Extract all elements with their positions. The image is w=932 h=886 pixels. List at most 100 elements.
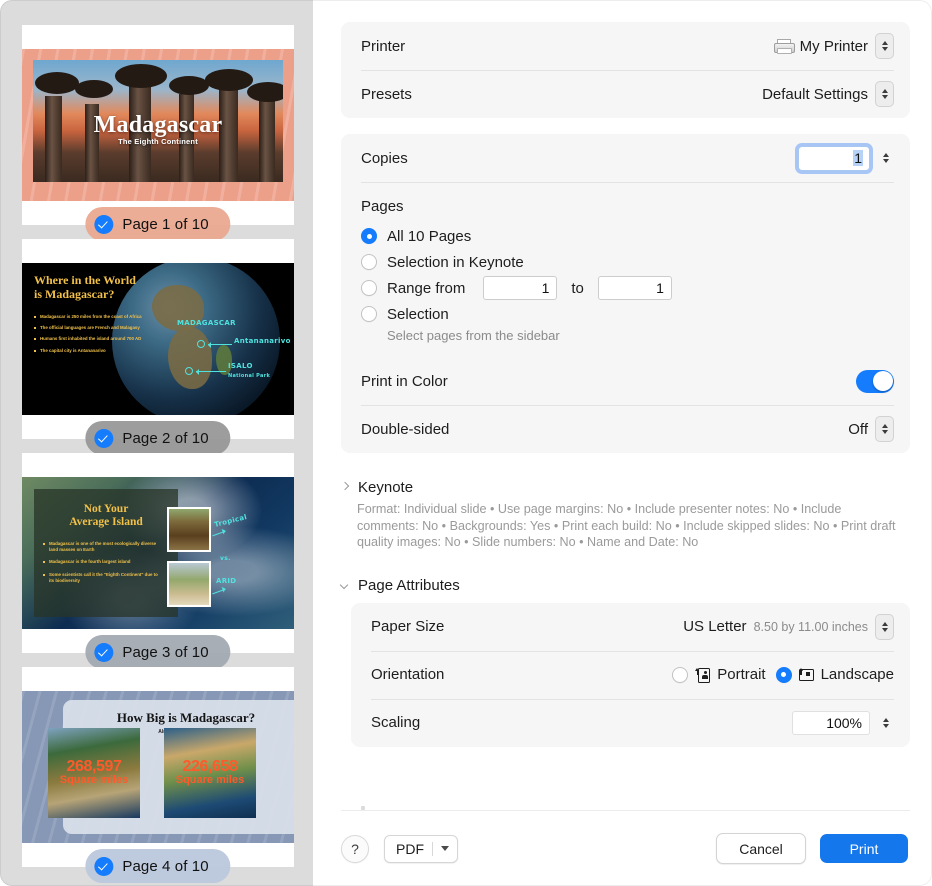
selection-hint: Select pages from the sidebar xyxy=(387,328,560,343)
slide-1-title: Madagascar xyxy=(93,112,223,138)
print-options-panel: Printer My Printer Presets Default Setti… xyxy=(313,0,932,886)
print-in-color-toggle[interactable] xyxy=(856,369,894,393)
presets-value: Default Settings xyxy=(762,85,868,103)
page-thumbnail-2[interactable]: Where in the World is Madagascar? Madaga… xyxy=(22,239,294,455)
cancel-button[interactable]: Cancel xyxy=(716,833,806,864)
portrait-page-icon xyxy=(695,667,711,683)
pages-label: Pages xyxy=(361,198,404,215)
slide-3-annotation-arid: ARID xyxy=(216,577,237,585)
slide-4-title: How Big is Madagascar? xyxy=(116,710,256,725)
copies-input[interactable]: 1 xyxy=(798,145,870,171)
double-sided-popup-chevrons[interactable] xyxy=(875,416,894,442)
scaling-input[interactable]: 100% xyxy=(792,710,870,735)
printer-icon xyxy=(773,38,795,54)
copies-row[interactable]: Copies 1 xyxy=(341,134,910,182)
stat-left-unit: Square miles xyxy=(59,774,129,786)
radio-portrait[interactable] xyxy=(672,666,689,683)
slide-3-text-panel: Not Your Average Island Madagascar is on… xyxy=(34,489,178,617)
page-badge-3[interactable]: Page 3 of 10 xyxy=(85,635,231,669)
slide-2-annotation-isalo: ISALO xyxy=(228,362,253,370)
range-to-input[interactable]: 1 xyxy=(597,276,672,300)
copies-stepper[interactable] xyxy=(877,146,894,170)
paper-size-popup-chevrons[interactable] xyxy=(875,613,894,640)
copies-value: 1 xyxy=(853,150,863,166)
range-from-input[interactable]: 1 xyxy=(483,276,558,300)
pages-option-selection-in-keynote[interactable]: Selection in Keynote xyxy=(361,249,894,275)
pages-option-all[interactable]: All 10 Pages xyxy=(361,223,894,249)
page-badge-2[interactable]: Page 2 of 10 xyxy=(85,421,231,455)
page-thumbnail-3[interactable]: Not Your Average Island Madagascar is on… xyxy=(22,453,294,669)
page-badge-label: Page 3 of 10 xyxy=(122,643,209,661)
chevron-down-icon[interactable] xyxy=(341,581,350,590)
printer-row[interactable]: Printer My Printer xyxy=(341,22,910,70)
paper-size-row[interactable]: Paper Size US Letter 8.50 by 11.00 inche… xyxy=(351,603,910,651)
slide-2-title: Where in the World is Madagascar? xyxy=(34,273,136,301)
keynote-section-title: Keynote xyxy=(358,479,414,496)
next-section-hint xyxy=(361,806,365,810)
double-sided-value: Off xyxy=(848,420,868,438)
page-thumbnail-1[interactable]: Madagascar The Eighth Continent Page 1 o… xyxy=(22,25,294,241)
double-sided-row[interactable]: Double-sided Off xyxy=(341,405,910,453)
page-preview-sidebar[interactable]: Madagascar The Eighth Continent Page 1 o… xyxy=(0,0,313,886)
scaling-row[interactable]: Scaling 100% xyxy=(351,698,910,747)
presets-row[interactable]: Presets Default Settings xyxy=(341,70,910,118)
page-badge-4[interactable]: Page 4 of 10 xyxy=(85,849,231,883)
slide-3-bullets: Madagascar is one of the most ecological… xyxy=(43,541,161,584)
printer-popup-chevrons[interactable] xyxy=(875,33,894,59)
page-badge-label: Page 2 of 10 xyxy=(122,429,209,447)
baobab-photo: Madagascar The Eighth Continent xyxy=(33,60,283,182)
pdf-button[interactable]: PDF xyxy=(384,834,458,863)
dialog-action-bar: ? PDF Cancel Print xyxy=(313,811,932,886)
list-item: The capital city is Antananarivo xyxy=(34,348,144,354)
printer-value: My Printer xyxy=(799,37,868,55)
print-button[interactable]: Print xyxy=(820,834,908,863)
landscape-label: Landscape xyxy=(820,666,894,683)
checkmark-icon xyxy=(94,428,114,448)
page-badge-1[interactable]: Page 1 of 10 xyxy=(85,207,231,241)
options-scroll-area[interactable]: Printer My Printer Presets Default Setti… xyxy=(313,0,932,811)
radio-all-pages-label: All 10 Pages xyxy=(387,227,472,245)
arid-photo xyxy=(167,561,211,607)
radio-all-pages[interactable] xyxy=(361,228,377,244)
print-in-color-row[interactable]: Print in Color xyxy=(341,357,910,405)
orientation-landscape-option[interactable]: Landscape xyxy=(775,666,894,683)
pages-option-range[interactable]: Range from 1 to 1 xyxy=(361,275,894,301)
page-badge-label: Page 1 of 10 xyxy=(122,215,209,233)
scaling-stepper[interactable] xyxy=(877,711,894,735)
chevron-right-icon[interactable] xyxy=(341,483,350,492)
slide-2-annotation-madagascar: MADAGASCAR xyxy=(177,319,236,327)
slide-4-preview: How Big is Madagascar? Almost as Big as … xyxy=(22,691,294,843)
paper-size-detail: 8.50 by 11.00 inches xyxy=(753,619,868,634)
radio-range-from-label: Range from xyxy=(387,279,466,297)
madagascar-map: 226,658 Square miles xyxy=(164,728,256,818)
tropical-photo xyxy=(167,507,211,552)
page-badge-label: Page 4 of 10 xyxy=(122,857,209,875)
help-button[interactable]: ? xyxy=(341,834,369,863)
slide-3-preview: Not Your Average Island Madagascar is on… xyxy=(22,477,294,629)
list-item: Madagascar is 250 miles from the coast o… xyxy=(34,314,144,320)
radio-selection-in-keynote-label: Selection in Keynote xyxy=(387,253,524,271)
page-thumbnail-4[interactable]: How Big is Madagascar? Almost as Big as … xyxy=(22,667,294,883)
paper-size-label: Paper Size xyxy=(371,618,445,635)
chevron-down-icon[interactable] xyxy=(441,846,449,851)
orientation-portrait-option[interactable]: Portrait xyxy=(672,666,766,683)
landscape-page-icon xyxy=(798,667,814,682)
range-to-label: to xyxy=(571,279,584,297)
page-attributes-section-header[interactable]: Page Attributes xyxy=(341,577,932,594)
presets-popup-chevrons[interactable] xyxy=(875,81,894,107)
radio-landscape[interactable] xyxy=(775,666,792,683)
slide-2-bullets: Madagascar is 250 miles from the coast o… xyxy=(34,314,144,354)
list-item: Some scientists call it the "Eighth Cont… xyxy=(43,572,161,584)
radio-selection[interactable] xyxy=(361,306,377,322)
radio-selection-in-keynote[interactable] xyxy=(361,254,377,270)
pages-option-selection[interactable]: Selection xyxy=(361,301,894,327)
printer-card: Printer My Printer Presets Default Setti… xyxy=(341,22,910,118)
keynote-section-summary: Format: Individual slide • Use page marg… xyxy=(357,502,896,549)
presets-label: Presets xyxy=(361,85,412,103)
paper-size-value: US Letter xyxy=(683,618,747,635)
keynote-section-header[interactable]: Keynote xyxy=(341,479,932,496)
scaling-label: Scaling xyxy=(371,714,421,731)
page-attributes-section-title: Page Attributes xyxy=(358,576,460,594)
radio-range-from[interactable] xyxy=(361,280,377,296)
stat-right-unit: Square miles xyxy=(175,774,245,786)
